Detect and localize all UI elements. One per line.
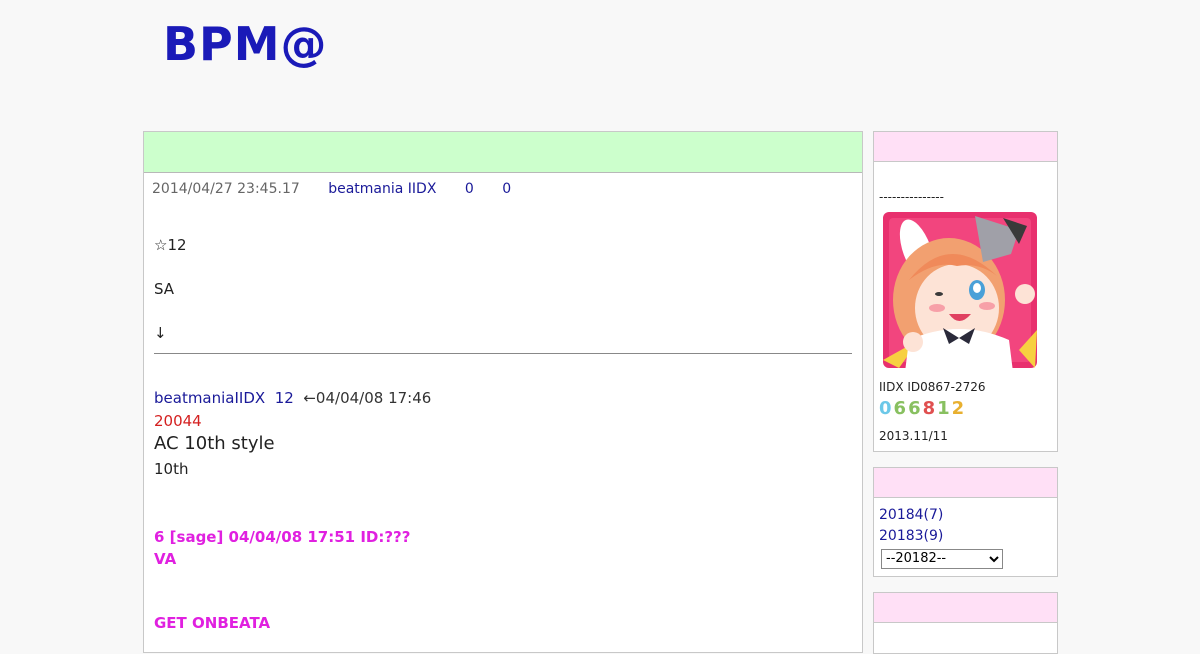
reply-line: VA <box>154 550 177 568</box>
entry-trackbacks-link[interactable]: 0 <box>502 181 511 197</box>
quote-name: beatmaniaIIDX <box>154 389 266 407</box>
entry-meta: 2014/04/27 23:45.17 beatmania IIDX 0 0 <box>152 180 511 198</box>
entry-header-bar <box>144 132 862 173</box>
quote-timestamp: ←04/04/08 17:46 <box>303 389 432 407</box>
access-counter: 066812 <box>879 398 966 419</box>
entry-category-link[interactable]: beatmania IIDX <box>328 181 436 197</box>
counter-digit: 1 <box>937 398 952 419</box>
counter-digit: 8 <box>922 398 938 419</box>
sidebar-box-3-header <box>874 593 1057 623</box>
counter-digit: 6 <box>893 398 909 419</box>
archive-link-1[interactable]: 20184(7) <box>879 507 943 523</box>
reply-header: 6 [sage] 04/04/08 17:51 ID:??? <box>154 528 411 546</box>
avatar <box>883 212 1037 372</box>
quote-number: 12 <box>274 389 294 407</box>
entry-comments-link[interactable]: 0 <box>465 181 474 197</box>
quote-small-line: 10th <box>154 460 189 478</box>
sidebar-box-3 <box>873 592 1058 654</box>
counter-digit: 2 <box>951 398 967 419</box>
sidebar-archive-box: 20184(7) 20183(9) --20182-- <box>873 467 1058 577</box>
profile-since: 2013.11/11 <box>879 429 948 443</box>
archive-select[interactable]: --20182-- <box>881 548 1003 569</box>
quote-header: beatmaniaIIDX 12 ←04/04/08 17:46 <box>154 389 431 407</box>
main-entry: 2014/04/27 23:45.17 beatmania IIDX 0 0 ☆… <box>143 131 863 653</box>
sidebar-profile-header <box>874 132 1057 162</box>
archive-link-2[interactable]: 20183(9) <box>879 528 943 544</box>
entry-date: 2014/04/27 23:45.17 <box>152 181 300 197</box>
site-title[interactable]: BPM@ <box>163 14 328 74</box>
quote-big-line: AC 10th style <box>154 433 275 454</box>
profile-dashes: --------------- <box>879 190 944 204</box>
sidebar-profile-box: --------------- IIDX ID0867-2726 066812 … <box>873 131 1058 452</box>
entry-line-1: ☆12 <box>154 236 187 254</box>
entry-line-2: SA <box>154 280 175 298</box>
counter-digit: 0 <box>879 398 894 419</box>
entry-line-3: ↓ <box>154 324 167 342</box>
counter-digit: 6 <box>908 398 923 419</box>
profile-iidx-id: IIDX ID0867-2726 <box>879 380 986 394</box>
quote-red-line: 20044 <box>154 412 202 430</box>
sidebar-archive-header <box>874 468 1057 498</box>
reply-bottom-line: GET ONBEATA <box>154 614 271 632</box>
entry-divider <box>154 353 852 354</box>
